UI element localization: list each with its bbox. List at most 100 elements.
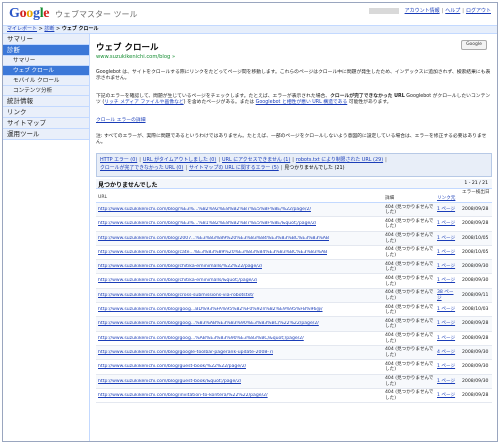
breadcrumb-current: ウェブ クロール (61, 26, 99, 32)
row-detail: 404 (見つかりませんでした) (385, 347, 434, 359)
filter-sitemap-errors[interactable]: サイトマップの URL に関するエラー (5) (189, 165, 279, 171)
table-row: http://www.suzukikenichi.com/blog/%E3%..… (96, 203, 492, 218)
row-date: 2008/09/28 (462, 221, 489, 227)
row-date: 2008/09/30 (462, 278, 489, 284)
row-links-link[interactable]: 1 ページ (437, 336, 457, 342)
row-url-link[interactable]: http://www.suzukikenichi.com/blog/guest-… (98, 379, 241, 384)
table-row: http://www.suzukikenichi.com/blog/goog..… (96, 303, 492, 318)
table-title: 見つかりませんでした (98, 182, 158, 189)
row-links-link[interactable]: 1 ページ (437, 379, 457, 385)
row-links-link[interactable]: 1 ページ (437, 264, 457, 270)
table-row: http://www.suzukikenichi.com/blog/invita… (96, 389, 492, 404)
page-title: ウェブ クロール (96, 43, 159, 53)
row-links-link[interactable]: 1 ページ (437, 278, 457, 284)
row-links-link[interactable]: 1 ページ (437, 221, 457, 227)
row-links-link[interactable]: 1 ページ (437, 207, 457, 213)
row-links-link[interactable]: 1 ページ (437, 307, 457, 313)
filter-robots-restricted[interactable]: robots.txt により制限された URL (29) (296, 157, 383, 163)
row-links-link[interactable]: 1 ページ (437, 393, 457, 399)
breadcrumb: マイレポート > 診断 > ウェブ クロール (3, 25, 497, 34)
intro-paragraph: Googlebot は、サイトをクロールする際にリンクをたどってページ間を移動し… (96, 70, 491, 82)
sidebar-subitem-web-crawl[interactable]: ウェブ クロール (3, 66, 89, 76)
row-url-link[interactable]: http://www.suzukikenichi.com/blog/guest-… (98, 364, 246, 369)
table-row: http://www.suzukikenichi.com/blog/cross-… (96, 288, 492, 304)
row-detail: 404 (見つかりませんでした) (385, 390, 434, 401)
row-date: 2008/09/28 (462, 392, 489, 398)
row-detail: 404 (見つかりませんでした) (385, 304, 434, 316)
breadcrumb-separator: > (56, 26, 61, 32)
row-url-link[interactable]: http://www.suzukikenichi.com/blog/%E3%..… (98, 207, 311, 212)
sidebar: サマリー 診断 サマリー ウェブ クロール モバイル クロール コンテンツ分析 … (3, 34, 90, 441)
sidebar-subitem-content-analysis[interactable]: コンテンツ分析 (3, 86, 89, 96)
row-url-link[interactable]: http://www.suzukikenichi.com/blog/invita… (98, 393, 268, 398)
add-to-google-button[interactable]: Google (461, 40, 487, 50)
row-url-link[interactable]: http://www.suzukikenichi.com/blog/cross-… (98, 293, 254, 298)
crawl-error-details-link[interactable]: クロール エラーの詳細 (96, 118, 146, 123)
site-url[interactable]: www.suzukikenichi.com/blog » (96, 54, 175, 60)
row-date: 2008/10/05 (462, 249, 489, 255)
row-detail: 404 (見つかりませんでした) (385, 361, 434, 373)
row-detail: 404 (見つかりませんでした) (385, 204, 434, 216)
google-logo[interactable]: Google (9, 6, 50, 22)
row-date: 2008/09/28 (462, 321, 489, 327)
error-type-filters: HTTP エラー (0) | URL がタイムアウトしました (0) | URL にアク… (96, 153, 492, 177)
breadcrumb-diagnostics[interactable]: 診断 (44, 26, 54, 32)
filter-http-errors[interactable]: HTTP エラー (0) (100, 157, 137, 163)
row-detail: 404 (見つかりませんでした) (385, 376, 434, 387)
filter-not-found-current: 見つかりませんでした (21) (284, 165, 345, 171)
note-paragraph: 注: すべてのエラーが、実際に問題であるというわけではありません。たとえば、一部… (96, 134, 487, 146)
row-detail: 404 (見つかりませんでした) (385, 218, 434, 230)
url-structure-link[interactable]: Googlebot と相性が悪い URL 構造である (256, 100, 348, 105)
table-row: http://www.suzukikenichi.com/blog/guest-… (96, 374, 492, 389)
header-links-sort[interactable]: リンク元 (437, 195, 455, 201)
row-links-link[interactable]: 1 ページ (437, 364, 457, 370)
header-detail: 詳細 (385, 196, 395, 201)
filter-not-followed[interactable]: クロールが完了できなかった URL (0) (100, 165, 183, 171)
filter-unreachable[interactable]: URL にアクセスできません (1) (222, 157, 290, 163)
breadcrumb-my-reports[interactable]: マイレポート (7, 26, 37, 32)
sidebar-subitem-summary[interactable]: サマリー (3, 56, 89, 66)
row-links-link[interactable]: 1 ページ (437, 321, 457, 327)
row-links-link[interactable]: 1 ページ (437, 236, 457, 242)
help-link[interactable]: ヘルプ (445, 8, 460, 14)
row-date: 2008/09/30 (462, 378, 489, 384)
row-url-link[interactable]: http://www.suzukikenichi.com/blog/chitik… (98, 278, 257, 283)
row-detail: 404 (見つかりませんでした) (385, 261, 434, 273)
rich-media-link[interactable]: リッチ メディア ファイルや画像など (104, 100, 183, 105)
table-row: http://www.suzukikenichi.com/blog/chitik… (96, 274, 492, 289)
pager: 1 - 21 / 21 (464, 181, 488, 186)
guidance-paragraph: 下記のエラーを確認して、問題が生じているページをチェックします。たとえば、エラー… (96, 94, 491, 106)
sidebar-item-diagnostics[interactable]: 診断 (3, 45, 89, 56)
row-detail: 404 (見つかりませんでした) (385, 290, 434, 301)
row-url-link[interactable]: http://www.suzukikenichi.com/blog/cate..… (98, 250, 327, 255)
row-links-link[interactable]: 38 ページ (437, 290, 457, 301)
sidebar-item-statistics[interactable]: 統計情報 (3, 96, 89, 107)
row-url-link[interactable]: http://www.suzukikenichi.com/blog/2007..… (98, 236, 329, 241)
product-name: ウェブマスター ツール (55, 10, 138, 19)
table-row: http://www.suzukikenichi.com/blog/goog..… (96, 332, 492, 346)
row-detail: 404 (見つかりませんでした) (385, 333, 434, 344)
row-date: 2008/09/28 (462, 207, 489, 212)
table-row: http://www.suzukikenichi.com/blog/cate..… (96, 246, 492, 261)
sidebar-subitem-mobile-crawl[interactable]: モバイル クロール (3, 76, 89, 86)
sidebar-item-links[interactable]: リンク (3, 107, 89, 118)
row-url-link[interactable]: http://www.suzukikenichi.com/blog/goog..… (98, 336, 304, 341)
sidebar-item-summary[interactable]: サマリー (3, 34, 89, 45)
row-url-link[interactable]: http://www.suzukikenichi.com/blog/chitik… (98, 264, 262, 269)
logout-link[interactable]: ログアウト (466, 8, 491, 14)
row-date: 2008/09/30 (462, 349, 489, 355)
row-url-link[interactable]: http://www.suzukikenichi.com/blog/goog..… (98, 321, 319, 326)
header-date[interactable]: エラー検出日 (462, 190, 490, 196)
row-url-link[interactable]: http://www.suzukikenichi.com/blog/%E3%..… (98, 221, 316, 226)
row-url-link[interactable]: http://www.suzukikenichi.com/blog/goog..… (98, 307, 323, 312)
row-url-link[interactable]: http://www.suzukikenichi.com/blog/google… (98, 350, 273, 355)
header: Google ウェブマスター ツール アカウント情報 | ヘルプ | ログアウト (3, 3, 497, 25)
row-date: 2008/09/30 (462, 364, 489, 370)
sidebar-item-tools[interactable]: 運用ツール (3, 129, 89, 140)
account-info-link[interactable]: アカウント情報 (405, 8, 440, 14)
row-links-link[interactable]: 1 ページ (437, 250, 457, 256)
row-links-link[interactable]: 4 ページ (437, 350, 457, 356)
table-header: URL 詳細 リンク元 エラー検出日 (96, 189, 492, 203)
sidebar-item-sitemaps[interactable]: サイトマップ (3, 118, 89, 129)
filter-timeout[interactable]: URL がタイムアウトしました (0) (143, 157, 216, 163)
